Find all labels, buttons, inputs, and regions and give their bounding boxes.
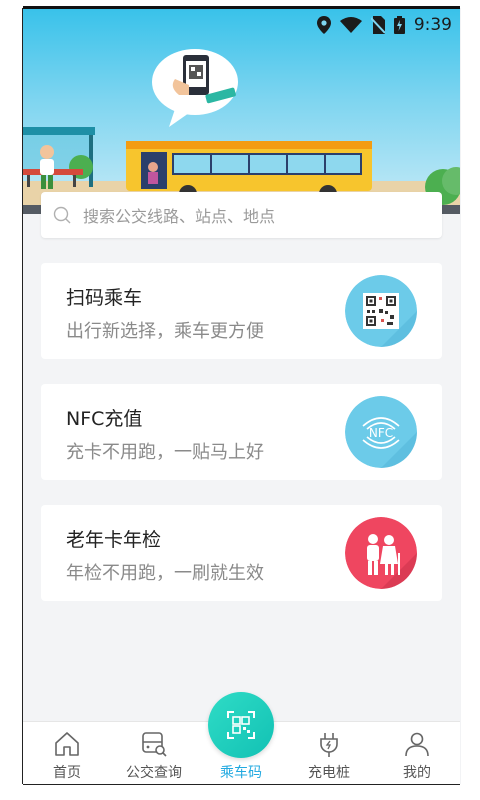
tab-profile[interactable]: 我的 <box>377 722 457 784</box>
tab-label: 公交查询 <box>126 765 182 781</box>
device-frame-right <box>461 0 480 800</box>
search-icon <box>53 206 71 224</box>
tab-label: 充电桩 <box>308 765 350 781</box>
hero-banner: 9:39 <box>23 9 460 214</box>
ride-code-button[interactable] <box>208 692 274 758</box>
wifi-icon <box>339 17 362 33</box>
card-title: NFC充值 <box>66 408 143 430</box>
tab-label: 首页 <box>53 765 81 781</box>
battery-charging-icon <box>393 16 405 34</box>
tab-bus-search[interactable]: 公交查询 <box>114 722 194 784</box>
qr-code-icon <box>345 275 417 347</box>
tab-label: 我的 <box>403 765 431 781</box>
search-placeholder: 搜索公交线路、站点、地点 <box>83 207 276 226</box>
nfc-icon: NFC <box>345 396 417 468</box>
svg-text:NFC: NFC <box>369 426 393 440</box>
location-icon <box>316 16 331 34</box>
tab-home[interactable]: 首页 <box>27 722 107 784</box>
status-time: 9:39 <box>413 15 452 35</box>
person-icon <box>405 732 429 757</box>
card-title: 扫码乘车 <box>66 287 143 309</box>
elderly-couple-icon <box>345 517 417 589</box>
scan-code-icon <box>227 711 255 739</box>
no-sim-icon <box>370 16 385 34</box>
app-screen: 9:39 搜索公交线路、站点、地点 扫码乘车 出行新选择，乘车更方便 NFC充值… <box>23 9 460 784</box>
home-icon <box>55 732 79 756</box>
card-subtitle: 年检不用跑，一刷就生效 <box>66 563 264 584</box>
tab-label: 乘车码 <box>220 765 262 781</box>
charging-plug-icon <box>320 733 338 757</box>
device-frame-bottom-edge <box>23 784 460 785</box>
status-bar: 9:39 <box>23 9 460 43</box>
elderly-card-check-card[interactable]: 老年卡年检 年检不用跑，一刷就生效 <box>41 505 442 601</box>
bus-search-icon <box>142 732 167 757</box>
card-subtitle: 出行新选择，乘车更方便 <box>66 321 264 342</box>
search-bar[interactable]: 搜索公交线路、站点、地点 <box>41 192 442 238</box>
device-frame-bottom <box>0 784 480 800</box>
nfc-recharge-card[interactable]: NFC充值 充卡不用跑，一贴马上好 NFC <box>41 384 442 480</box>
card-title: 老年卡年检 <box>66 529 162 551</box>
card-subtitle: 充卡不用跑，一贴马上好 <box>66 442 264 463</box>
device-frame-left <box>0 0 22 800</box>
tab-charging[interactable]: 充电桩 <box>289 722 369 784</box>
scan-ride-card[interactable]: 扫码乘车 出行新选择，乘车更方便 <box>41 263 442 359</box>
